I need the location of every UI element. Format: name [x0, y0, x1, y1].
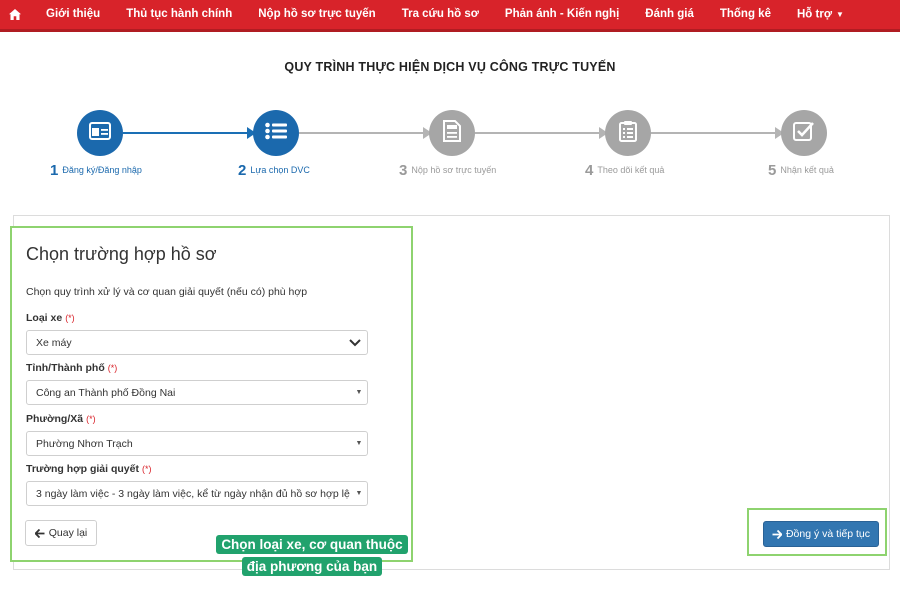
top-navigation: Giới thiệu Thủ tục hành chính Nộp hồ sơ … — [0, 0, 900, 32]
step-4-circle[interactable] — [605, 110, 651, 156]
case-label-text: Trường hợp giải quyết — [26, 463, 139, 475]
annotation-note-line-2: địa phương của bạn — [241, 557, 383, 576]
step-4-label: 4 Theo dõi kết quả — [585, 162, 664, 179]
caret-down-icon: ▼ — [355, 440, 363, 447]
step-1-circle[interactable] — [77, 110, 123, 156]
step-2-label: 2 Lựa chọn DVC — [238, 162, 310, 179]
step-2-circle[interactable] — [253, 110, 299, 156]
step-2-number: 2 — [238, 162, 247, 179]
nav-item-phan-anh-kien-nghi[interactable]: Phản ánh - Kiến nghị — [492, 0, 632, 29]
required-mark: (*) — [65, 313, 75, 323]
province-label-text: Tỉnh/Thành phố — [26, 362, 105, 374]
province-select[interactable]: Công an Thành phố Đồng Nai ▼ — [26, 380, 368, 405]
case-selection-form: Chọn trường hợp hồ sơ Chọn quy trình xử … — [10, 226, 413, 562]
step-3-number: 3 — [399, 162, 408, 179]
vehicle-type-select[interactable]: Xe máy — [26, 330, 368, 355]
step-connector-3 — [475, 132, 605, 134]
form-heading: Chọn trường hợp hồ sơ — [26, 244, 217, 264]
step-3-label: 3 Nộp hồ sơ trực tuyến — [399, 162, 496, 179]
annotation-note-line-1: Chọn loại xe, cơ quan thuộc — [216, 535, 408, 554]
step-1-label: 1 Đăng ký/Đăng nhập — [50, 162, 142, 179]
agree-button-highlight: Đồng ý và tiếp tục — [747, 508, 887, 556]
agree-continue-button[interactable]: Đồng ý và tiếp tục — [763, 521, 879, 547]
id-card-icon — [89, 121, 111, 145]
nav-item-danh-gia[interactable]: Đánh giá — [632, 0, 707, 29]
case-select[interactable]: 3 ngày làm việc - 3 ngày làm việc, kể từ… — [26, 481, 368, 506]
back-button-label: Quay lại — [48, 527, 88, 539]
step-5-label: 5 Nhận kết quả — [768, 162, 834, 179]
document-icon — [443, 119, 461, 147]
chevron-down-icon — [343, 338, 367, 347]
page-title: QUY TRÌNH THỰC HIỆN DỊCH VỤ CÔNG TRỰC TU… — [284, 60, 616, 74]
check-square-icon — [793, 120, 815, 147]
step-3-circle[interactable] — [429, 110, 475, 156]
arrow-right-icon — [772, 529, 782, 539]
vehicle-type-label: Loại xe (*) — [26, 312, 75, 324]
nav-item-gioi-thieu[interactable]: Giới thiệu — [30, 0, 113, 29]
nav-item-ho-tro[interactable]: Hỗ trợ ▼ — [784, 0, 857, 29]
nav-item-thong-ke[interactable]: Thống kê — [707, 0, 784, 29]
case-value: 3 ngày làm việc - 3 ngày làm việc, kể từ… — [36, 487, 350, 500]
nav-item-tra-cuu-ho-so[interactable]: Tra cứu hồ sơ — [389, 0, 492, 29]
step-5-circle[interactable] — [781, 110, 827, 156]
step-3-text: Nộp hồ sơ trực tuyến — [411, 165, 497, 175]
back-button[interactable]: Quay lại — [25, 520, 97, 546]
form-description: Chọn quy trình xử lý và cơ quan giải quy… — [26, 286, 308, 298]
step-connector-2 — [299, 132, 429, 134]
case-label: Trường hợp giải quyết (*) — [26, 463, 151, 475]
caret-down-icon: ▼ — [836, 9, 844, 19]
step-connector-1 — [123, 132, 253, 134]
arrow-left-icon — [34, 528, 45, 538]
province-value: Công an Thành phố Đồng Nai — [36, 386, 176, 399]
nav-item-thu-tuc-hanh-chinh[interactable]: Thủ tục hành chính — [113, 0, 245, 29]
step-4-text: Theo dõi kết quả — [597, 165, 665, 175]
nav-item-nop-ho-so[interactable]: Nộp hồ sơ trực tuyến — [245, 0, 388, 29]
step-1-number: 1 — [50, 162, 59, 179]
required-mark: (*) — [141, 464, 152, 474]
ward-label-text: Phường/Xã — [26, 413, 84, 425]
step-4-number: 4 — [585, 162, 594, 179]
step-5-text: Nhận kết quả — [780, 165, 834, 175]
step-connector-4 — [651, 132, 781, 134]
clipboard-icon — [619, 120, 637, 147]
step-2-text: Lựa chọn DVC — [250, 165, 310, 175]
list-icon — [265, 122, 287, 145]
required-mark: (*) — [107, 363, 118, 373]
process-stepper: 1 Đăng ký/Đăng nhập 2 Lựa chọn DVC 3 Nộp hồ… — [0, 110, 900, 180]
required-mark: (*) — [86, 414, 96, 424]
home-icon[interactable] — [0, 0, 30, 29]
annotation-note: Chọn loại xe, cơ quan thuộc địa phương c… — [205, 534, 419, 578]
agree-button-label: Đồng ý và tiếp tục — [785, 528, 871, 540]
vehicle-type-value: Xe máy — [36, 336, 72, 349]
ward-select[interactable]: Phường Nhơn Trạch ▼ — [26, 431, 368, 456]
caret-down-icon: ▼ — [355, 389, 363, 396]
caret-down-icon: ▼ — [355, 490, 363, 497]
province-label: Tỉnh/Thành phố (*) — [26, 362, 117, 374]
nav-item-ho-tro-label: Hỗ trợ — [796, 8, 832, 21]
step-1-text: Đăng ký/Đăng nhập — [62, 165, 142, 175]
ward-value: Phường Nhơn Trạch — [36, 437, 133, 450]
ward-label: Phường/Xã (*) — [26, 413, 96, 425]
step-5-number: 5 — [768, 162, 777, 179]
vehicle-type-label-text: Loại xe — [26, 312, 63, 324]
